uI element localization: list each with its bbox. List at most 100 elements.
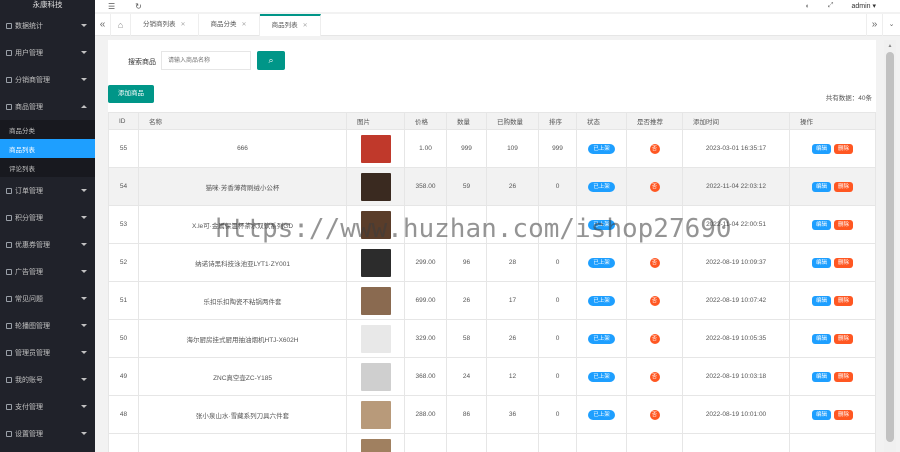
cell-image bbox=[346, 205, 405, 244]
status-toggle[interactable]: 已上架 bbox=[588, 219, 615, 230]
delete-button[interactable]: 删除 bbox=[834, 219, 854, 230]
recommend-toggle[interactable]: 否 bbox=[649, 409, 660, 420]
delete-button[interactable]: 删除 bbox=[834, 409, 854, 420]
recommend-toggle[interactable]: 否 bbox=[649, 371, 660, 382]
edit-button[interactable]: 编辑 bbox=[811, 333, 831, 344]
delete-button[interactable]: 删除 bbox=[834, 143, 854, 154]
cell-status: 已上架 bbox=[576, 167, 627, 206]
sidebar-item[interactable]: 设置管理 bbox=[0, 420, 95, 447]
recommend-toggle[interactable]: 否 bbox=[649, 257, 660, 268]
recommend-toggle[interactable]: 否 bbox=[649, 333, 660, 344]
status-toggle[interactable]: 已上架 bbox=[588, 143, 615, 154]
table-row bbox=[108, 433, 876, 452]
cell-name bbox=[138, 433, 347, 452]
recommend-toggle[interactable]: 否 bbox=[649, 295, 660, 306]
edit-button[interactable]: 编辑 bbox=[811, 409, 831, 420]
scroll-up-icon[interactable]: ▲ bbox=[884, 40, 896, 52]
cell-status bbox=[576, 433, 627, 452]
cell-time: 2022-08-19 10:09:37 bbox=[682, 243, 790, 282]
status-toggle[interactable]: 已上架 bbox=[588, 371, 615, 382]
delete-label: 删除 bbox=[838, 145, 850, 152]
tab-item[interactable]: 分销商列表 ✕ bbox=[131, 13, 199, 36]
scrollbar-thumb[interactable] bbox=[886, 52, 894, 442]
refresh-icon[interactable]: ↻ bbox=[135, 2, 142, 11]
sidebar-item[interactable]: 管理员管理 bbox=[0, 339, 95, 366]
product-thumbnail[interactable] bbox=[360, 248, 391, 277]
recommend-toggle[interactable]: 否 bbox=[649, 143, 660, 154]
chevron-down-icon bbox=[81, 105, 87, 108]
delete-button[interactable]: 删除 bbox=[834, 371, 854, 382]
status-toggle[interactable]: 已上架 bbox=[588, 333, 615, 344]
page-scrollbar[interactable]: ▲ bbox=[884, 40, 896, 452]
chevron-down-icon bbox=[81, 243, 87, 246]
chevron-down-icon bbox=[81, 378, 87, 381]
sidebar-item[interactable]: 商品管理 bbox=[0, 93, 95, 120]
search-button[interactable]: ⌕ bbox=[257, 51, 285, 70]
edit-button[interactable]: 编辑 bbox=[811, 295, 831, 306]
cell-name: 乐扣乐扣陶瓷不粘锅两件套 bbox=[138, 281, 347, 320]
status-toggle[interactable]: 已上架 bbox=[588, 409, 615, 420]
menu-toggle-icon[interactable]: ☰ bbox=[108, 2, 115, 11]
sidebar-item[interactable]: 用户管理 bbox=[0, 39, 95, 66]
product-thumbnail[interactable] bbox=[360, 400, 391, 429]
sidebar-item[interactable]: 数据统计 bbox=[0, 12, 95, 39]
tab-item[interactable]: 商品分类 ✕ bbox=[199, 13, 260, 36]
sidebar-subitem[interactable]: 评论列表 bbox=[0, 158, 95, 177]
fullscreen-icon[interactable]: ⤢ bbox=[828, 2, 834, 10]
product-thumbnail[interactable] bbox=[360, 134, 391, 163]
recommend-toggle[interactable]: 否 bbox=[649, 181, 660, 192]
product-thumbnail[interactable] bbox=[360, 362, 391, 391]
delete-button[interactable]: 删除 bbox=[834, 295, 854, 306]
admin-menu[interactable]: admin ▾ bbox=[851, 2, 876, 10]
tab-label: 商品列表 bbox=[271, 21, 298, 29]
home-icon[interactable]: ⌂ bbox=[111, 13, 131, 36]
theme-icon[interactable]: ◐ bbox=[806, 3, 810, 10]
product-thumbnail[interactable] bbox=[360, 324, 391, 353]
delete-label: 删除 bbox=[838, 335, 850, 342]
product-thumbnail[interactable] bbox=[360, 172, 391, 201]
delete-button[interactable]: 删除 bbox=[834, 333, 854, 344]
delete-button[interactable]: 删除 bbox=[834, 257, 854, 268]
edit-button[interactable]: 编辑 bbox=[811, 181, 831, 192]
sidebar-item[interactable]: 轮播图管理 bbox=[0, 312, 95, 339]
sidebar-item[interactable]: 分销商管理 bbox=[0, 66, 95, 93]
cell-id: 55 bbox=[108, 129, 139, 168]
product-thumbnail[interactable] bbox=[360, 210, 391, 239]
close-icon[interactable]: ✕ bbox=[242, 14, 247, 36]
status-toggle[interactable]: 已上架 bbox=[588, 257, 615, 268]
sidebar-item[interactable]: 广告管理 bbox=[0, 258, 95, 285]
sidebar-item[interactable]: 我的账号 bbox=[0, 366, 95, 393]
sidebar-subitem[interactable]: 商品列表 bbox=[0, 139, 95, 158]
sidebar-item-label: 常见问题 bbox=[15, 295, 43, 303]
edit-button[interactable]: 编辑 bbox=[811, 143, 831, 154]
product-thumbnail[interactable] bbox=[360, 438, 391, 452]
sidebar-subitem[interactable]: 商品分类 bbox=[0, 120, 95, 139]
sidebar-item[interactable]: 积分管理 bbox=[0, 204, 95, 231]
add-product-button[interactable]: 添加商品 bbox=[108, 85, 154, 103]
cell-price: 699.00 bbox=[404, 281, 447, 320]
status-toggle[interactable]: 已上架 bbox=[588, 295, 615, 306]
column-header: 已购数量 bbox=[486, 112, 539, 130]
sidebar-item[interactable]: 常见问题 bbox=[0, 285, 95, 312]
edit-button[interactable]: 编辑 bbox=[811, 371, 831, 382]
delete-button[interactable]: 删除 bbox=[834, 181, 854, 192]
tabs-scroll-left-icon[interactable]: « bbox=[95, 13, 111, 36]
cell-status: 已上架 bbox=[576, 357, 627, 396]
sidebar-item[interactable]: 优惠券管理 bbox=[0, 231, 95, 258]
cell-quantity bbox=[446, 433, 487, 452]
close-icon[interactable]: ✕ bbox=[181, 14, 186, 36]
status-toggle[interactable]: 已上架 bbox=[588, 181, 615, 192]
search-input[interactable] bbox=[161, 51, 251, 70]
tabs-options-icon[interactable]: ⌄ bbox=[882, 14, 900, 36]
tab-item[interactable]: 商品列表 ✕ bbox=[259, 13, 321, 37]
edit-button[interactable]: 编辑 bbox=[811, 257, 831, 268]
cell-sort: 0 bbox=[538, 281, 577, 320]
sidebar-item-label: 商品管理 bbox=[15, 103, 43, 111]
tabs-scroll-right-icon[interactable]: » bbox=[866, 14, 882, 36]
edit-button[interactable]: 编辑 bbox=[811, 219, 831, 230]
delete-label: 删除 bbox=[838, 259, 850, 266]
close-icon[interactable]: ✕ bbox=[303, 15, 308, 37]
sidebar-item[interactable]: 支付管理 bbox=[0, 393, 95, 420]
sidebar-item[interactable]: 订单管理 bbox=[0, 177, 95, 204]
product-thumbnail[interactable] bbox=[360, 286, 391, 315]
